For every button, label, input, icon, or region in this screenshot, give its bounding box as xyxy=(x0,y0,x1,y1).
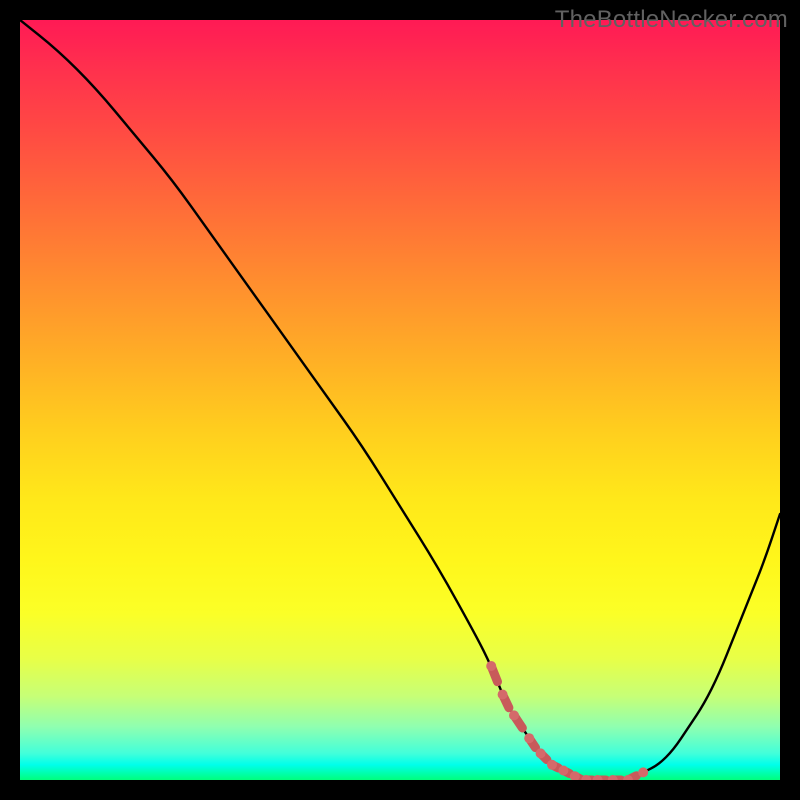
valley-marker-dot xyxy=(498,690,508,700)
valley-marker-dot xyxy=(547,760,557,770)
bottleneck-curve xyxy=(20,20,780,780)
valley-marker-dot xyxy=(524,733,534,743)
valley-marker-dot xyxy=(558,766,568,776)
valley-marker-dot xyxy=(638,767,648,777)
plot-area xyxy=(20,20,780,780)
valley-marker-segments xyxy=(491,666,636,780)
watermark: TheBottleNecker.com xyxy=(555,6,788,34)
valley-marker-dot xyxy=(486,661,496,671)
chart-container: TheBottleNecker.com xyxy=(0,0,800,800)
valley-marker-dot xyxy=(536,748,546,758)
valley-marker-dot xyxy=(509,710,519,720)
